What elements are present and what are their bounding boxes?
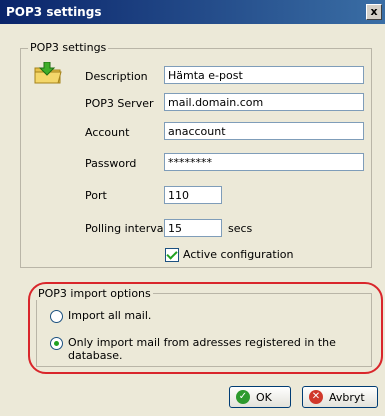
port-input[interactable]: 110 [164,186,222,204]
server-label: POP3 Server [85,97,154,110]
import-options-highlight [28,282,383,374]
account-label: Account [85,126,130,139]
ok-check-icon: ✓ [236,390,250,404]
interval-unit: secs [228,222,253,235]
folder-download-icon [34,62,62,84]
ok-label: OK [256,391,272,404]
active-configuration-label[interactable]: Active configuration [183,248,294,261]
interval-label: Polling interval [85,222,167,235]
port-label: Port [85,189,107,202]
close-button[interactable]: x [366,4,382,20]
active-configuration-checkbox[interactable] [165,248,179,262]
title-bar: POP3 settings x [0,0,385,24]
settings-group-title: POP3 settings [28,41,109,54]
ok-button[interactable]: ✓ OK [229,386,291,408]
window-title: POP3 settings [6,5,102,19]
server-input[interactable]: mail.domain.com [164,93,364,111]
interval-input[interactable]: 15 [164,219,222,237]
cancel-x-icon: ✕ [309,390,323,404]
cancel-label: Avbryt [329,391,365,404]
account-input[interactable]: anaccount [164,122,364,140]
cancel-button[interactable]: ✕ Avbryt [302,386,378,408]
password-label: Password [85,157,137,170]
password-input[interactable]: ******** [164,153,364,171]
pop3-settings-dialog: POP3 settings x POP3 settings Descriptio… [0,0,385,416]
description-input[interactable]: Hämta e-post [164,66,364,84]
description-label: Description [85,70,148,83]
